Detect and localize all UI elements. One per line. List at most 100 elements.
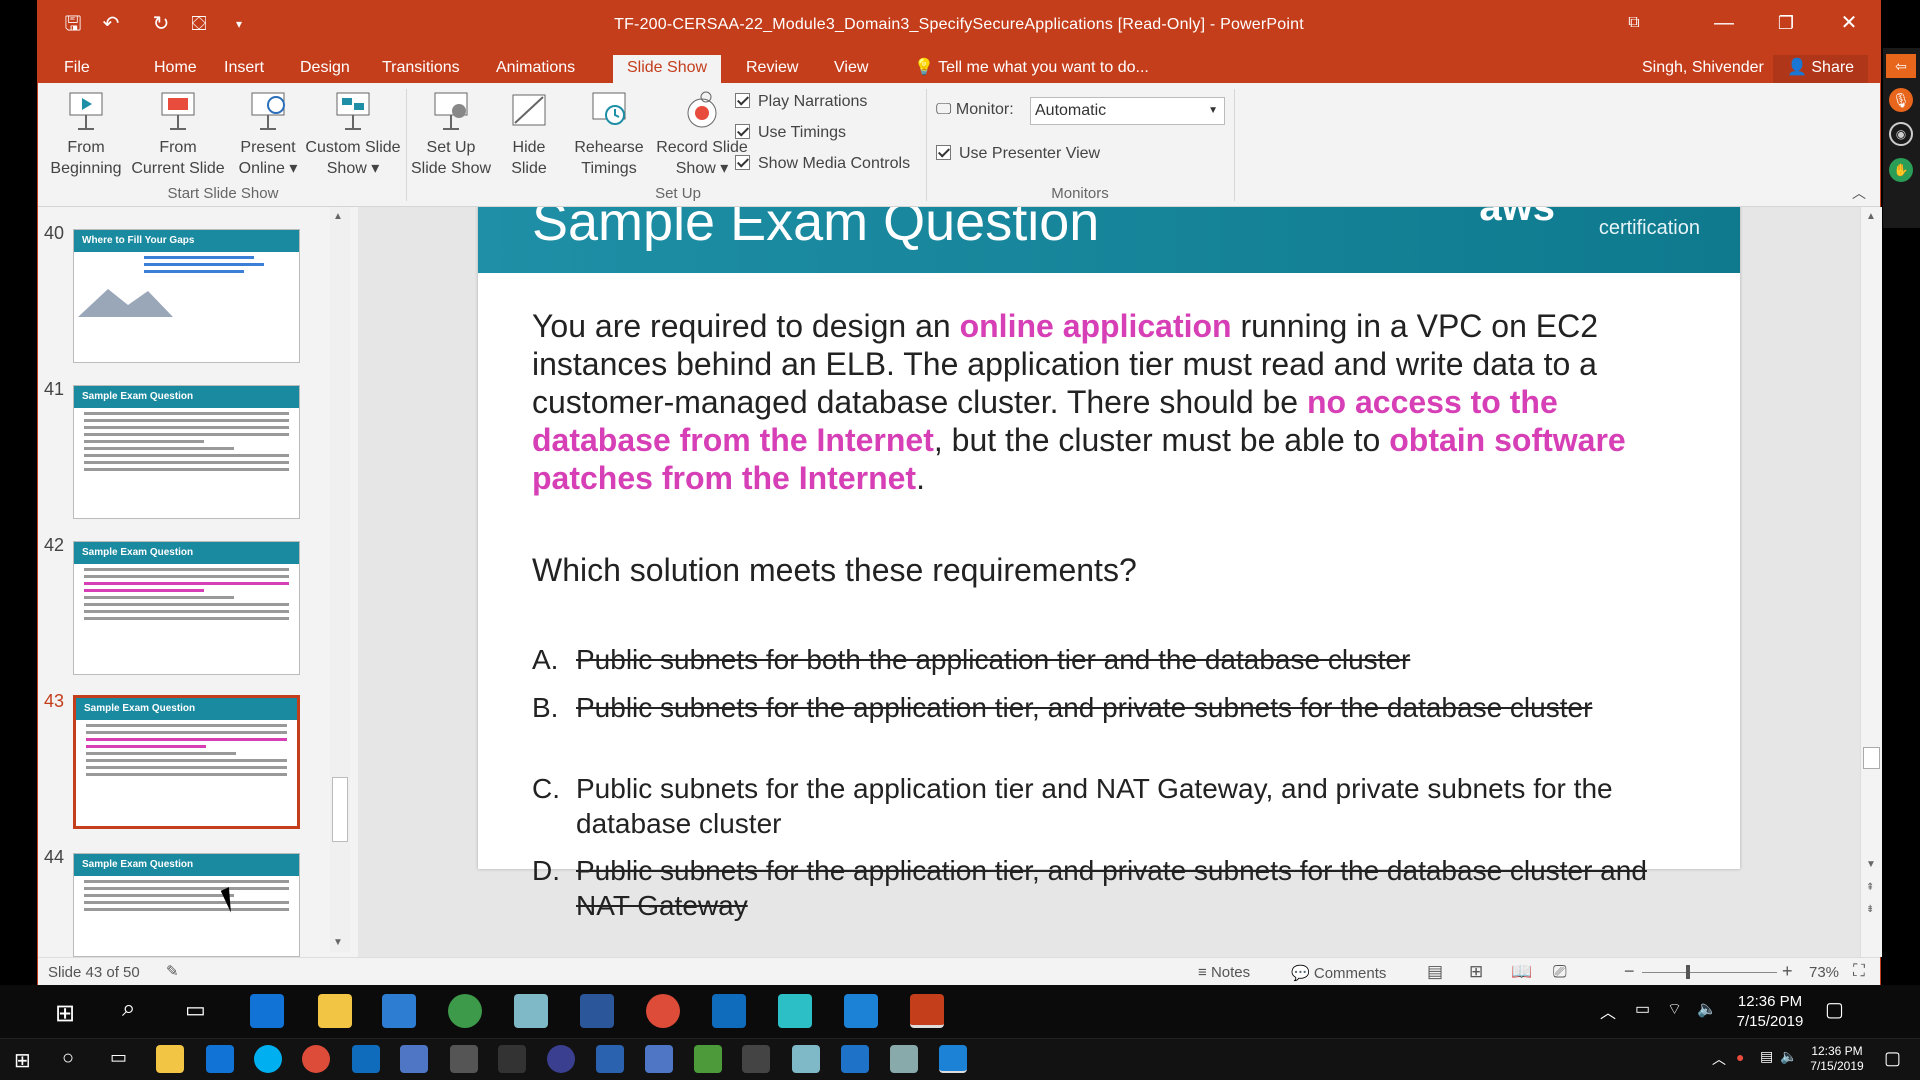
app-icon[interactable] (694, 1045, 722, 1073)
scroll-thumb[interactable] (1863, 747, 1880, 769)
zoom-in-icon[interactable]: + (1782, 961, 1793, 982)
editor-scrollbar[interactable]: ▲ ▼ ⇞ ⇟ (1860, 207, 1882, 957)
app-icon[interactable] (498, 1045, 526, 1073)
store-icon[interactable] (382, 994, 416, 1028)
notepad-tray-icon[interactable]: ▤ (1760, 1048, 1773, 1065)
slide-thumbnail-43[interactable]: Sample Exam Question (73, 695, 300, 829)
zoom-out-icon[interactable]: − (1624, 961, 1635, 982)
slide-canvas[interactable]: Sample Exam Question aws certification Y… (478, 207, 1740, 921)
scroll-down-icon[interactable]: ▼ (1866, 859, 1876, 870)
minimize-button[interactable]: — (1693, 1, 1755, 45)
collapse-ribbon-icon[interactable]: ︿ (1852, 183, 1866, 203)
use-timings-checkbox[interactable]: Use Timings (735, 122, 846, 144)
remote-desktop-icon[interactable] (939, 1045, 967, 1073)
chrome-icon[interactable] (302, 1045, 330, 1073)
zoom-slider[interactable] (1642, 972, 1777, 973)
volume-icon[interactable]: 🔈 (1697, 999, 1717, 1019)
close-button[interactable]: ✕ (1818, 1, 1880, 45)
vscode-icon[interactable] (841, 1045, 869, 1073)
zoom-slider-thumb[interactable] (1686, 965, 1690, 979)
app-icon[interactable] (547, 1045, 575, 1073)
comments-button[interactable]: 💬 Comments (1291, 964, 1386, 982)
file-explorer-icon[interactable] (156, 1045, 184, 1073)
monitor-select[interactable]: Automatic ▼ (1030, 97, 1225, 125)
tab-design[interactable]: Design (286, 55, 364, 83)
network-globe-icon[interactable] (448, 994, 482, 1028)
edge-icon[interactable] (250, 994, 284, 1028)
tab-file[interactable]: File (50, 55, 104, 83)
custom-slide-show-button[interactable]: Custom Slide Show ▾ (304, 89, 402, 179)
fit-slide-icon[interactable]: ⛶ (1853, 961, 1865, 981)
use-presenter-view-checkbox[interactable]: Use Presenter View (936, 143, 1100, 165)
slide-thumbnail-41[interactable]: Sample Exam Question (73, 385, 300, 519)
clock[interactable]: 12:36 PM 7/15/2019 (1800, 1044, 1874, 1074)
tab-insert[interactable]: Insert (210, 55, 278, 83)
slide-show-view-icon[interactable]: ⎚ (1553, 962, 1567, 982)
scroll-up-icon[interactable]: ▲ (1866, 211, 1876, 222)
word-icon[interactable] (580, 994, 614, 1028)
hand-icon[interactable]: ✋ (1889, 158, 1913, 182)
app-icon[interactable] (596, 1045, 624, 1073)
notifications-icon[interactable]: ▢ (1884, 1048, 1901, 1069)
notes-button[interactable]: ≡ Notes (1198, 964, 1250, 981)
play-narrations-checkbox[interactable]: Play Narrations (735, 91, 867, 113)
scroll-thumb[interactable] (332, 777, 348, 842)
thumbnails-scrollbar[interactable]: ▲ ▼ (330, 207, 350, 952)
ribbon-display-icon[interactable]: ⧉ (1603, 1, 1665, 45)
wifi-icon[interactable]: ⌔ (1667, 999, 1682, 1019)
clock[interactable]: 12:36 PM 7/15/2019 (1722, 992, 1818, 1032)
windows-start-icon[interactable]: ⊞ (14, 1048, 31, 1073)
volume-icon[interactable]: 🔈 (1780, 1048, 1797, 1065)
outlook-icon[interactable] (352, 1045, 380, 1073)
app-icon[interactable] (890, 1045, 918, 1073)
set-up-slide-show-button[interactable]: Set Up Slide Show (408, 89, 494, 179)
record-icon[interactable]: ◉ (1889, 122, 1913, 146)
next-slide-icon[interactable]: ⇟ (1866, 904, 1874, 915)
tray-chevron-icon[interactable]: ︿ (1600, 999, 1616, 1023)
tab-transitions[interactable]: Transitions (368, 55, 474, 83)
notepad-icon[interactable] (514, 994, 548, 1028)
tell-me-box[interactable]: 💡 Tell me what you want to do... (900, 55, 1163, 83)
task-view-icon[interactable]: ▭ (185, 997, 206, 1023)
notepad-icon[interactable] (792, 1045, 820, 1073)
reading-view-icon[interactable]: 📖 (1511, 962, 1532, 982)
remote-desktop-icon[interactable] (844, 994, 878, 1028)
chrome-icon[interactable] (646, 994, 680, 1028)
user-name[interactable]: Singh, Shivender (1628, 55, 1778, 83)
tab-home[interactable]: Home (140, 55, 211, 83)
powerpoint-icon[interactable] (910, 994, 944, 1028)
show-media-controls-checkbox[interactable]: Show Media Controls (735, 153, 910, 175)
microphone-icon[interactable]: 🎙 (1889, 88, 1913, 112)
app-icon[interactable] (450, 1045, 478, 1073)
slide-sorter-icon[interactable]: ⊞ (1469, 962, 1483, 982)
outlook-icon[interactable] (712, 994, 746, 1028)
rehearse-timings-button[interactable]: Rehearse Timings (564, 89, 654, 179)
scroll-up-icon[interactable]: ▲ (333, 211, 343, 222)
windows-start-icon[interactable]: ⊞ (55, 999, 75, 1028)
restore-button[interactable]: ❐ (1755, 1, 1817, 45)
network-warning-icon[interactable]: ● (1736, 1049, 1744, 1065)
tray-chevron-icon[interactable]: ︿ (1712, 1049, 1726, 1069)
spell-check-icon[interactable]: ✎ (166, 962, 179, 980)
notifications-icon[interactable]: ▢ (1825, 997, 1844, 1022)
file-explorer-icon[interactable] (318, 994, 352, 1028)
from-beginning-button[interactable]: From Beginning (44, 89, 128, 179)
network-icon[interactable] (400, 1045, 428, 1073)
slide-thumbnail-40[interactable]: Where to Fill Your Gaps (73, 229, 300, 363)
slide-thumbnail-42[interactable]: Sample Exam Question (73, 541, 300, 675)
edge-icon[interactable] (206, 1045, 234, 1073)
search-icon[interactable]: ○ (62, 1047, 74, 1070)
tab-view[interactable]: View (820, 55, 882, 83)
share-button[interactable]: 👤 Share (1773, 55, 1869, 83)
tab-slide-show[interactable]: Slide Show (613, 55, 722, 83)
task-view-icon[interactable]: ▭ (110, 1047, 127, 1068)
tab-animations[interactable]: Animations (482, 55, 589, 83)
zoom-level[interactable]: 73% (1809, 964, 1839, 981)
skype-icon[interactable] (254, 1045, 282, 1073)
arrow-left-icon[interactable]: ⇦ (1886, 54, 1916, 78)
normal-view-icon[interactable]: ▤ (1427, 962, 1443, 982)
hide-slide-button[interactable]: Hide Slide (498, 89, 560, 179)
present-online-button[interactable]: Present Online ▾ (230, 89, 306, 179)
tab-review[interactable]: Review (732, 55, 812, 83)
previous-slide-icon[interactable]: ⇞ (1866, 882, 1874, 893)
